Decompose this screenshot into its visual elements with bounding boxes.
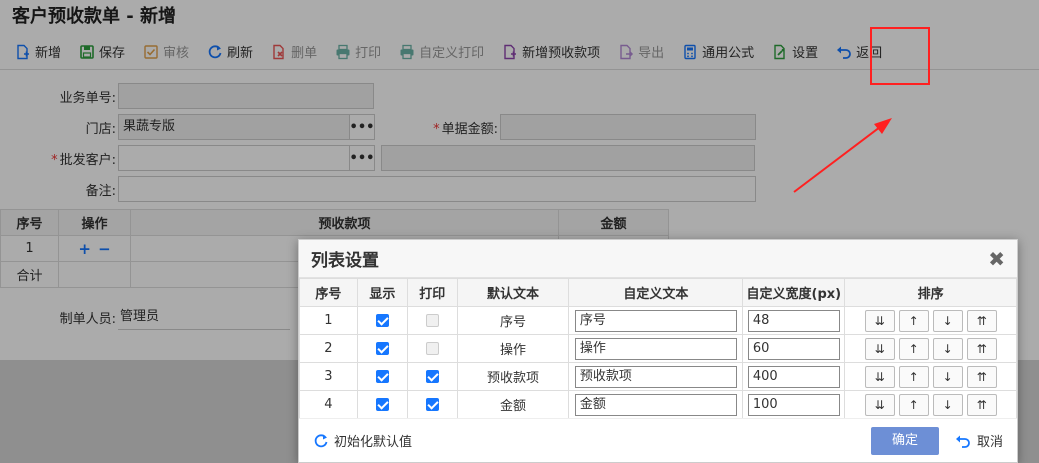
move-bottom-button[interactable]: ⇊ xyxy=(864,365,895,388)
show-checkbox-cell xyxy=(356,334,408,363)
show-checkbox[interactable] xyxy=(375,314,389,327)
cancel-label: 取消 xyxy=(976,435,1003,450)
sort-cell: ⇊ ↑ ↓ ⇈ xyxy=(844,362,1017,391)
custom-text-input[interactable]: 金额 xyxy=(574,393,737,416)
settings-row: 4 金额 金额 100 ⇊ ↑ ↓ ⇈ xyxy=(299,390,1017,419)
print-checkbox-cell xyxy=(406,334,458,363)
custom-text-input[interactable]: 序号 xyxy=(574,309,737,332)
print-checkbox[interactable] xyxy=(425,314,439,327)
width-input[interactable]: 48 xyxy=(747,309,840,332)
width-input[interactable]: 400 xyxy=(747,365,840,388)
move-top-button[interactable]: ⇈ xyxy=(966,337,997,360)
settings-highlight-box xyxy=(870,27,930,85)
width-cell: 400 xyxy=(742,362,846,391)
row-index: 2 xyxy=(299,334,358,363)
settings-row: 1 序号 序号 48 ⇊ ↑ ↓ ⇈ xyxy=(299,306,1017,335)
dialog-header: 列表设置 ✖ xyxy=(299,240,1017,278)
list-settings-dialog: 列表设置 ✖ 序号 显示 打印 默认文本 自定义文本 自定义宽度(px) 排序 … xyxy=(298,239,1018,463)
move-down-button[interactable]: ↓ xyxy=(932,393,963,416)
print-checkbox[interactable] xyxy=(425,398,439,411)
print-checkbox-cell xyxy=(406,362,458,391)
sort-cell: ⇊ ↑ ↓ ⇈ xyxy=(844,390,1017,419)
move-bottom-button[interactable]: ⇊ xyxy=(864,309,895,332)
row-index: 1 xyxy=(299,306,358,335)
custom-text-input[interactable]: 预收款项 xyxy=(574,365,737,388)
col-header-default-text: 默认文本 xyxy=(456,278,570,307)
move-down-button[interactable]: ↓ xyxy=(932,337,963,360)
reset-defaults-label: 初始化默认值 xyxy=(334,435,413,450)
width-input[interactable]: 100 xyxy=(747,393,840,416)
move-top-button[interactable]: ⇈ xyxy=(966,393,997,416)
default-text: 序号 xyxy=(456,306,570,335)
dialog-footer: 初始化默认值 确定 取消 xyxy=(299,418,1017,462)
cancel-button[interactable]: 取消 xyxy=(955,431,1003,450)
print-checkbox[interactable] xyxy=(425,342,439,355)
custom-text-input[interactable]: 操作 xyxy=(574,337,737,360)
move-top-button[interactable]: ⇈ xyxy=(966,309,997,332)
print-checkbox[interactable] xyxy=(425,370,439,383)
move-up-button[interactable]: ↑ xyxy=(898,365,929,388)
dialog-title: 列表设置 xyxy=(311,251,379,271)
col-header-print: 打印 xyxy=(406,278,458,307)
move-up-button[interactable]: ↑ xyxy=(898,337,929,360)
show-checkbox-cell xyxy=(356,362,408,391)
annotation-arrow xyxy=(793,118,892,193)
col-header-width: 自定义宽度(px) xyxy=(742,278,846,307)
back-icon xyxy=(955,435,970,448)
custom-text-cell: 序号 xyxy=(568,306,744,335)
col-header-index: 序号 xyxy=(299,278,358,307)
close-icon[interactable]: ✖ xyxy=(988,247,1005,271)
confirm-button[interactable]: 确定 xyxy=(870,426,939,455)
row-index: 4 xyxy=(299,390,358,419)
row-index: 3 xyxy=(299,362,358,391)
move-bottom-button[interactable]: ⇊ xyxy=(864,393,895,416)
show-checkbox[interactable] xyxy=(375,342,389,355)
refresh-icon xyxy=(314,433,328,447)
default-text: 操作 xyxy=(456,334,570,363)
col-header-show: 显示 xyxy=(356,278,408,307)
sort-cell: ⇊ ↑ ↓ ⇈ xyxy=(844,334,1017,363)
print-checkbox-cell xyxy=(406,306,458,335)
custom-text-cell: 金额 xyxy=(568,390,744,419)
width-cell: 48 xyxy=(742,306,846,335)
custom-text-cell: 预收款项 xyxy=(568,362,744,391)
width-cell: 60 xyxy=(742,334,846,363)
reset-defaults-button[interactable]: 初始化默认值 xyxy=(313,431,412,450)
move-up-button[interactable]: ↑ xyxy=(898,393,929,416)
custom-text-cell: 操作 xyxy=(568,334,744,363)
show-checkbox-cell xyxy=(356,390,408,419)
show-checkbox[interactable] xyxy=(375,398,389,411)
settings-table: 序号 显示 打印 默认文本 自定义文本 自定义宽度(px) 排序 1 序号 序号 48… xyxy=(299,278,1017,419)
settings-row: 2 操作 操作 60 ⇊ ↑ ↓ ⇈ xyxy=(299,334,1017,363)
move-top-button[interactable]: ⇈ xyxy=(966,365,997,388)
move-up-button[interactable]: ↑ xyxy=(898,309,929,332)
default-text: 金额 xyxy=(456,390,570,419)
print-checkbox-cell xyxy=(406,390,458,419)
width-cell: 100 xyxy=(742,390,846,419)
sort-cell: ⇊ ↑ ↓ ⇈ xyxy=(844,306,1017,335)
move-down-button[interactable]: ↓ xyxy=(932,309,963,332)
show-checkbox-cell xyxy=(356,306,408,335)
settings-row: 3 预收款项 预收款项 400 ⇊ ↑ ↓ ⇈ xyxy=(299,362,1017,391)
default-text: 预收款项 xyxy=(456,362,570,391)
width-input[interactable]: 60 xyxy=(747,337,840,360)
move-bottom-button[interactable]: ⇊ xyxy=(864,337,895,360)
col-header-sort: 排序 xyxy=(844,278,1017,307)
move-down-button[interactable]: ↓ xyxy=(932,365,963,388)
show-checkbox[interactable] xyxy=(375,370,389,383)
col-header-custom-text: 自定义文本 xyxy=(568,278,744,307)
